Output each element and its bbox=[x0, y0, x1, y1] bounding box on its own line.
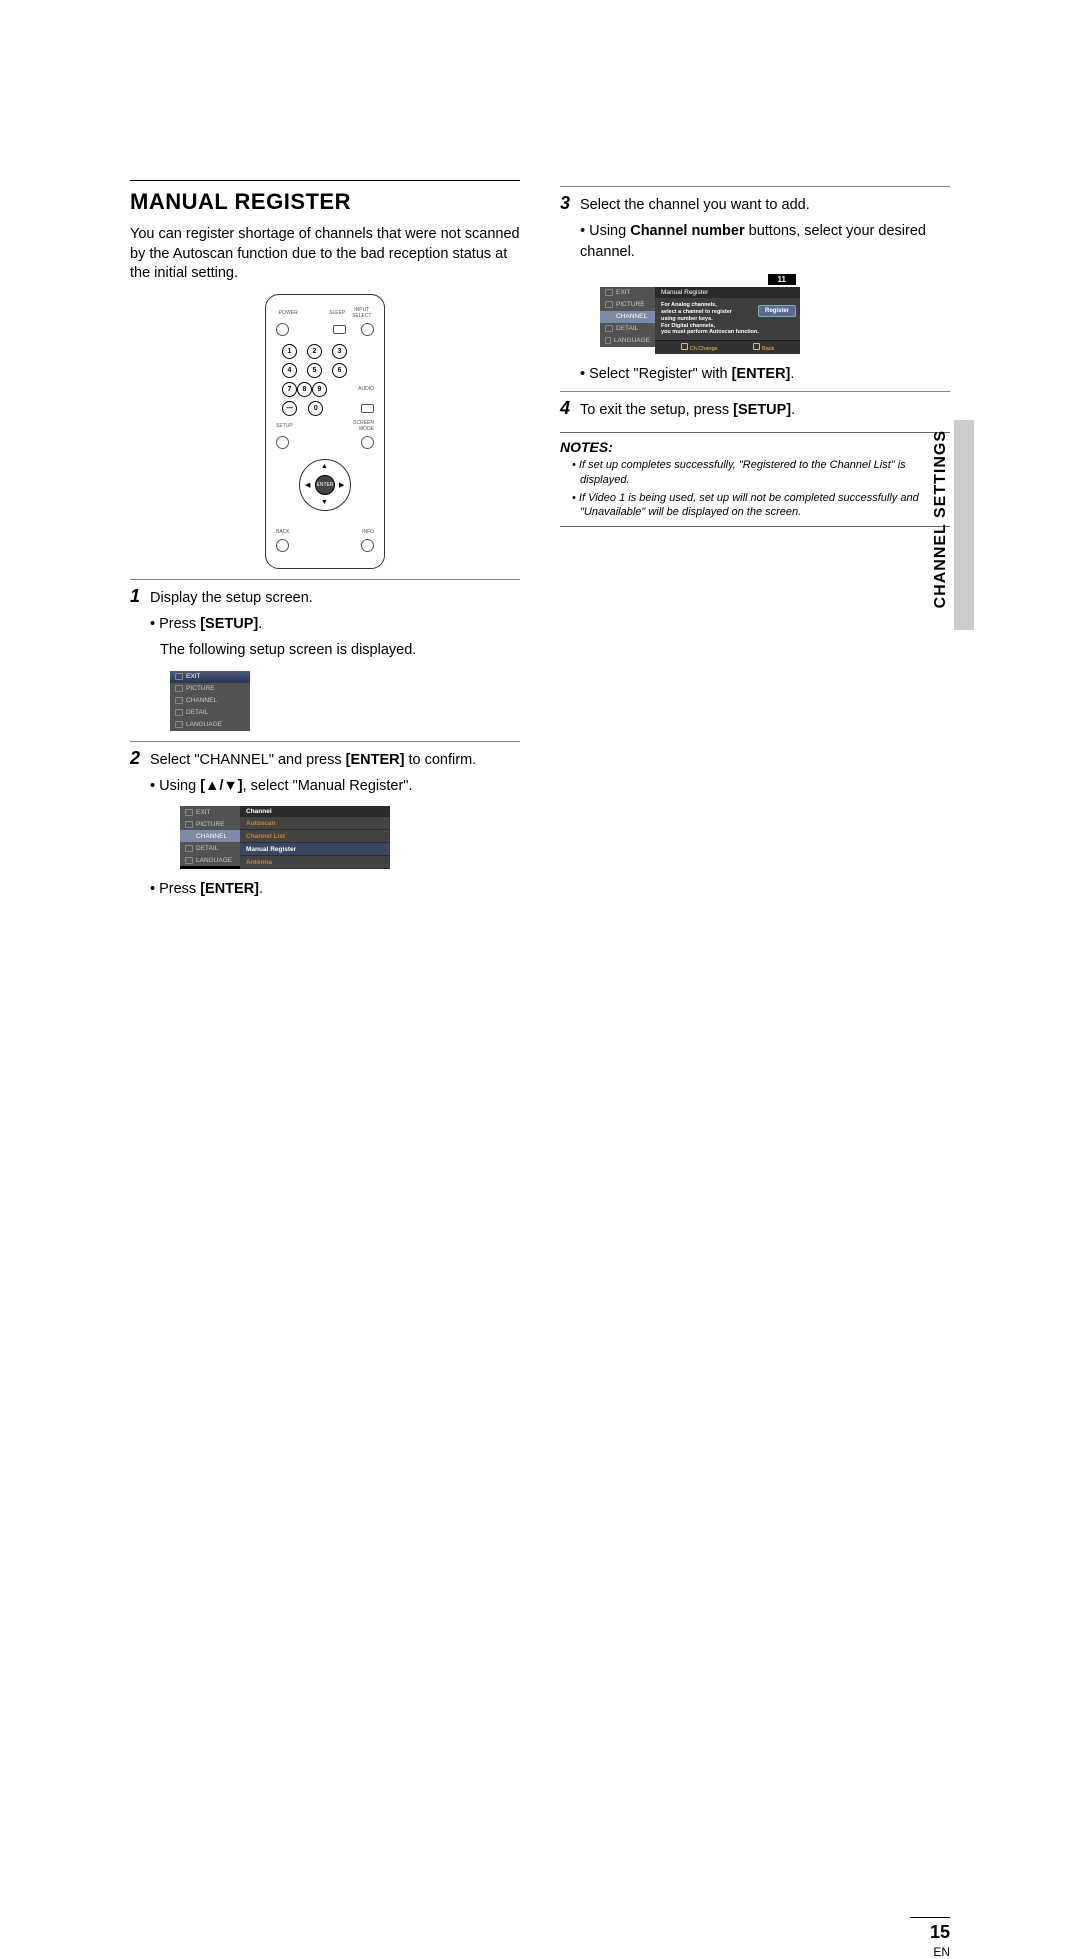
register-button: Register bbox=[758, 305, 796, 317]
channel-number-display: 11 bbox=[768, 274, 796, 285]
osd-channel-menu: EXIT PICTURE CHANNEL DETAIL LANGUAGE Cha… bbox=[180, 806, 390, 869]
page-content: CHANNEL SETTINGS MANUAL REGISTER You can… bbox=[130, 180, 950, 899]
still-button bbox=[361, 404, 374, 413]
mode-button bbox=[361, 436, 374, 449]
intro-text: You can register shortage of channels th… bbox=[130, 225, 520, 284]
step-4-text: To exit the setup, press [SETUP]. bbox=[580, 400, 950, 420]
sleep-button bbox=[333, 325, 346, 334]
back-icon bbox=[753, 343, 760, 350]
page-lang: EN bbox=[910, 1945, 950, 1959]
language-icon bbox=[175, 721, 183, 728]
notes-heading: NOTES: bbox=[560, 432, 950, 455]
channel-icon bbox=[175, 697, 183, 704]
section-tab: CHANNEL SETTINGS bbox=[932, 430, 950, 608]
page-footer: 15 EN bbox=[910, 1917, 950, 1959]
exit-icon bbox=[175, 673, 183, 680]
left-column: MANUAL REGISTER You can register shortag… bbox=[130, 180, 520, 899]
detail-icon bbox=[175, 709, 183, 716]
side-tab-bg bbox=[954, 420, 974, 630]
notes-list: If set up completes successfully, "Regis… bbox=[560, 458, 950, 520]
info-button bbox=[361, 539, 374, 552]
dpad: ▲ ▼ ◀ ▶ ENTER bbox=[285, 455, 365, 525]
power-button bbox=[276, 323, 289, 336]
ch-change-icon bbox=[681, 343, 688, 350]
right-column: 3Select the channel you want to add. • U… bbox=[560, 180, 950, 899]
picture-icon bbox=[175, 685, 183, 692]
osd-menu-small: EXIT PICTURE CHANNEL DETAIL LANGUAGE bbox=[170, 671, 250, 731]
step-1-text: Display the setup screen. bbox=[150, 588, 520, 608]
page-title: MANUAL REGISTER bbox=[130, 180, 520, 215]
input-button bbox=[361, 323, 374, 336]
page-number: 15 bbox=[910, 1917, 950, 1943]
back-button bbox=[276, 539, 289, 552]
step-3-text: Select the channel you want to add. bbox=[580, 195, 950, 215]
step-2-text: Select "CHANNEL" and press [ENTER] to co… bbox=[150, 750, 520, 770]
setup-button bbox=[276, 436, 289, 449]
osd-register-panel: 11 EXIT PICTURE CHANNEL DETAIL LANGUAGE … bbox=[600, 272, 800, 354]
remote-illustration: POWERSLEEPINPUT SELECT 123 456 789AUDIO … bbox=[265, 294, 385, 569]
